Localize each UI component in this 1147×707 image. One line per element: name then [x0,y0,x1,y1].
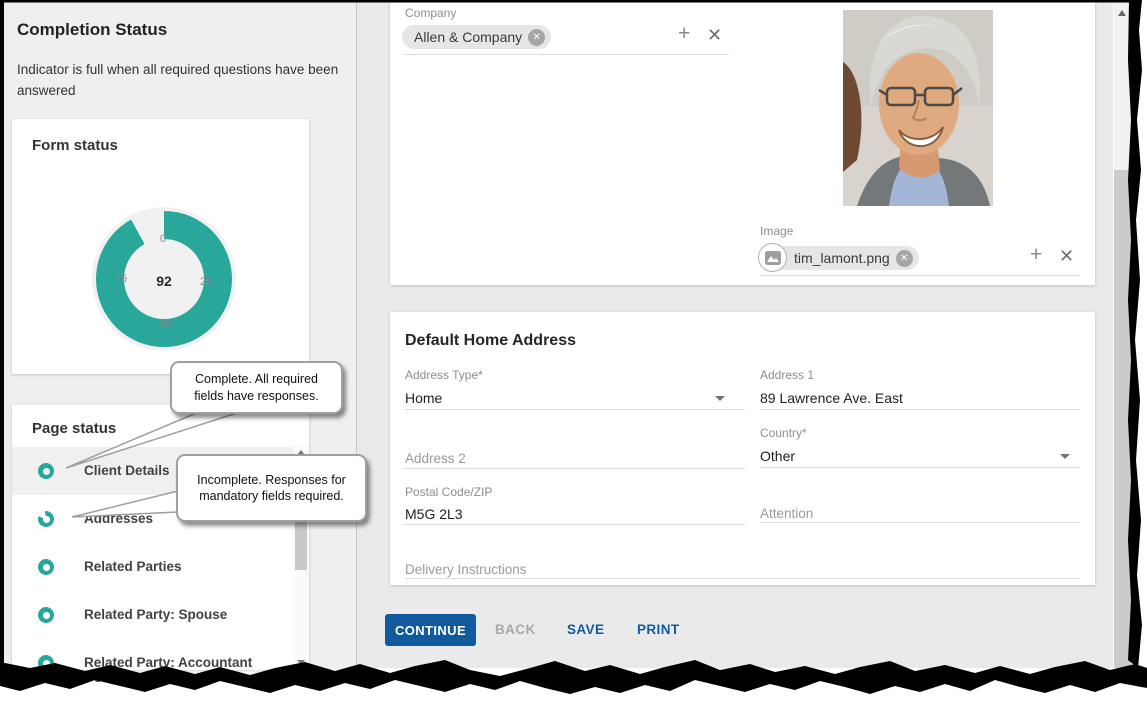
status-complete-ring-icon [38,655,54,671]
page-item-label: Related Party: Accountant Don... [84,655,293,685]
scrollbar-thumb[interactable] [1114,170,1131,668]
form-status-title: Form status [32,137,118,154]
chevron-down-icon[interactable] [1060,454,1070,459]
back-button[interactable]: BACK [495,614,536,646]
field-underline [405,524,745,525]
image-chip[interactable]: tim_lamont.png ✕ [772,246,919,270]
field-underline [760,275,1080,276]
page-status-card: Page status Client Details Addresses Rel… [12,405,309,670]
status-complete-ring-icon [38,607,54,623]
page-status-item-related-party-accountant[interactable]: Related Party: Accountant Don... [12,639,293,687]
postal-code-label: Postal Code/ZIP [405,485,492,499]
page-status-item-related-party-spouse[interactable]: Related Party: Spouse [12,591,293,639]
image-thumbnail-icon [758,243,787,272]
address2-input[interactable]: Address 2 [405,451,466,466]
country-value[interactable]: Other [760,448,795,464]
add-item-icon[interactable]: + [1030,243,1042,267]
company-field-label: Company [405,6,456,20]
address1-value[interactable]: 89 Lawrence Ave. East [760,390,903,406]
status-complete-ring-icon [38,559,54,575]
save-button[interactable]: SAVE [567,614,604,646]
chip-remove-icon[interactable]: ✕ [528,29,545,46]
gauge-center-value: 92 [156,273,172,289]
client-details-card: Company Allen & Company ✕ + ✕ [390,2,1095,285]
panel-title: Completion Status [17,20,167,40]
status-partial-ring-icon [38,511,54,527]
page-status-item-related-parties[interactable]: Related Parties [12,543,293,591]
clear-field-icon[interactable]: ✕ [707,25,722,46]
company-chip[interactable]: Allen & Company ✕ [402,25,551,49]
portrait-photo [843,10,993,206]
completion-gauge-chart: 0 25 50 75 92 [92,207,236,351]
address-type-label: Address Type* [405,368,483,382]
field-underline [760,467,1080,468]
chevron-down-icon[interactable] [715,396,725,401]
status-complete-ring-icon [38,463,54,479]
image-chip-text: tim_lamont.png [794,250,890,266]
page-status-title: Page status [32,420,116,437]
completion-status-panel: Completion Status Indicator is full when… [3,2,356,670]
field-underline [760,522,1080,523]
default-home-address-card: Default Home Address Address Type* Home … [390,312,1095,585]
screenshot: Completion Status Indicator is full when… [0,0,1147,707]
chip-remove-icon[interactable]: ✕ [896,250,913,267]
form-status-card: Form status 0 25 50 75 92 [12,119,309,374]
gauge-tick-50: 50 [160,318,172,330]
callout-incomplete-text: Incomplete. Responses for mandatory fiel… [188,472,355,505]
scroll-up-icon[interactable] [1118,10,1126,16]
gauge-tick-75: 75 [115,273,127,285]
attention-input[interactable]: Attention [760,506,813,521]
scroll-down-icon[interactable] [297,660,305,665]
gauge-tick-25: 25 [200,276,212,288]
page-item-label: Addresses [84,511,153,526]
country-label: Country* [760,426,807,440]
gauge-tick-0: 0 [160,233,166,245]
company-chip-text: Allen & Company [414,29,522,45]
field-underline [405,468,745,469]
address-section-title: Default Home Address [405,332,576,350]
continue-button[interactable]: CONTINUE [385,614,476,646]
image-field-label: Image [760,224,793,238]
callout-incomplete: Incomplete. Responses for mandatory fiel… [176,454,367,522]
print-button[interactable]: PRINT [637,614,680,646]
page-item-label: Related Parties [84,559,182,574]
field-underline [760,409,1080,410]
delivery-instructions-input[interactable]: Delivery Instructions [405,562,527,577]
field-underline [403,54,729,55]
panel-description: Indicator is full when all required ques… [17,60,343,102]
field-underline [405,409,745,410]
callout-complete: Complete. All required fields have respo… [170,361,343,414]
address1-label: Address 1 [760,368,814,382]
page-item-label: Related Party: Spouse [84,607,227,622]
page-item-label: Client Details [84,463,170,478]
main-scrollbar[interactable] [1114,2,1131,668]
postal-code-value[interactable]: M5G 2L3 [405,506,463,522]
address-type-value[interactable]: Home [405,390,442,406]
callout-complete-text: Complete. All required fields have respo… [180,371,333,404]
clear-field-icon[interactable]: ✕ [1059,246,1074,267]
field-underline [405,578,1080,579]
add-item-icon[interactable]: + [678,22,690,46]
